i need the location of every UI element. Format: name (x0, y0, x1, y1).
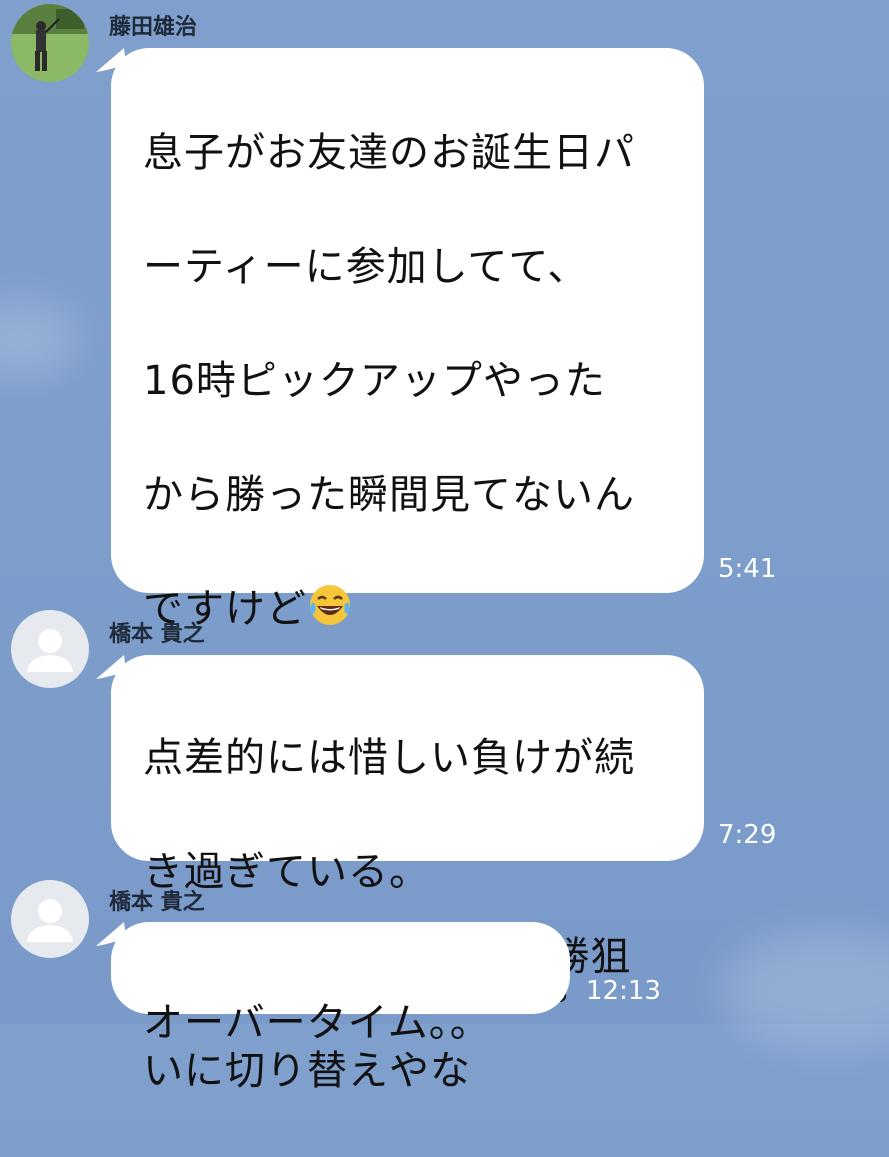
message-bubble[interactable]: オーバータイム。。 (111, 922, 570, 1046)
message-time: 7:29 (718, 820, 777, 850)
sender-name: 橋本 貴之 (109, 890, 205, 915)
message-line-with-emoji: ですけど (143, 581, 672, 644)
message-line: ーティーに参加してて、 (143, 244, 589, 290)
message-line: から勝った瞬間見てないん (143, 472, 635, 518)
default-user-icon (27, 629, 73, 672)
message-time: 5:41 (718, 554, 777, 584)
message-bubble[interactable]: 息子がお友達のお誕生日パ ーティーに参加してて、 16時ピックアップやった から… (111, 48, 704, 1094)
chat-thread[interactable]: 藤田雄治 息子がお友達のお誕生日パ ーティーに参加してて、 16時ピックアップや… (0, 0, 889, 1094)
message-line: 16時ピックアップやった (143, 358, 606, 404)
message-line: 点差的には惜しい負けが続 (143, 735, 635, 781)
avatar-default[interactable] (11, 880, 89, 958)
message-line: 息子がお友達のお誕生日パ (143, 130, 635, 176)
message-line: き過ぎている。 (143, 849, 430, 895)
sender-name: 橋本 貴之 (109, 622, 205, 647)
message-bubble[interactable]: 点差的には惜しい負けが続 き過ぎている。 来期期待。テキサンズ。 (111, 655, 704, 1009)
golfer-photo-icon (11, 4, 89, 82)
default-user-icon (27, 899, 73, 942)
avatar-default[interactable] (11, 610, 89, 688)
sender-name: 藤田雄治 (109, 15, 198, 40)
laughing-tears-emoji-icon (307, 582, 353, 644)
message-time: 12:13 (586, 976, 661, 1006)
avatar-photo[interactable] (11, 4, 89, 82)
